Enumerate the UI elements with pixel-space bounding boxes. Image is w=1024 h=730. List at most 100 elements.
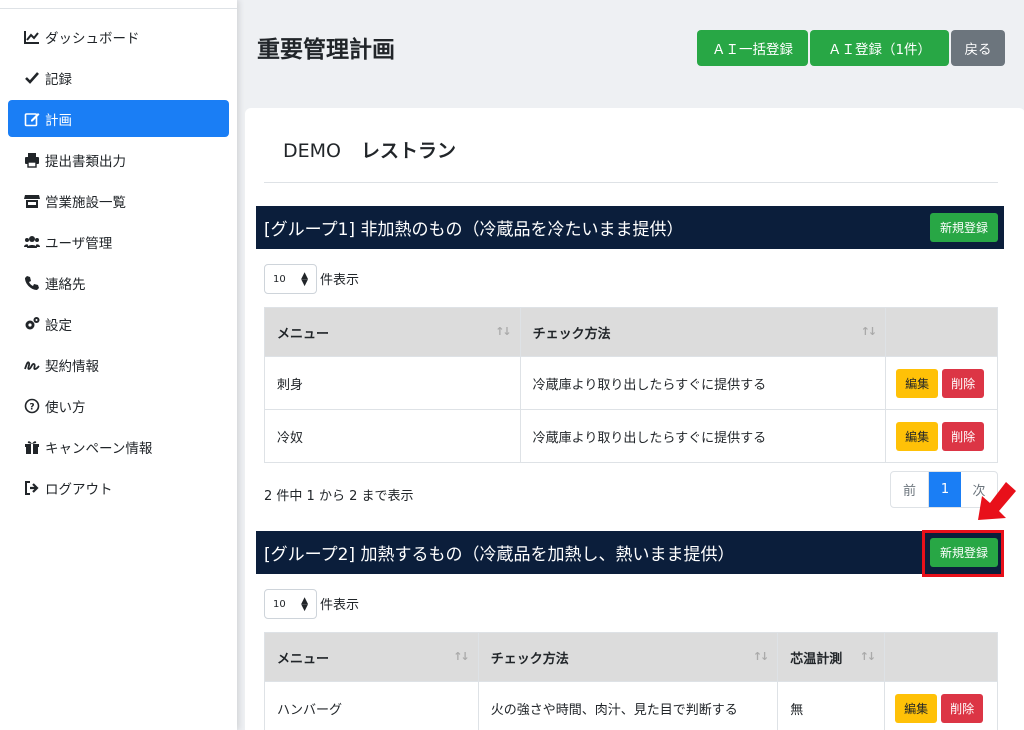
edit-button[interactable]: 編集 [895,694,938,723]
sidebar-item-users[interactable]: ユーザ管理 [8,223,229,260]
sidebar-item-logout[interactable]: ログアウト [8,469,229,506]
group1-table-info: 2 件中 1 から 2 まで表示 [264,489,414,504]
cell-menu: 刺身 [264,356,521,410]
sidebar-item-dashboard[interactable]: ダッシュボード [8,18,229,55]
sidebar-item-settings[interactable]: 設定 [8,305,229,342]
restaurant-name: レストラン [360,140,456,162]
group1-header: [グループ1] 非加熱のもの（冷蔵品を冷たいまま提供） [256,206,1004,249]
sidebar-item-label: 記録 [45,71,72,88]
cell-core-temp: 無 [777,681,886,730]
col-menu[interactable]: メニュー ↑↓ [264,307,521,357]
sidebar-item-documents[interactable]: 提出書類出力 [8,141,229,178]
chart-line-icon [23,29,41,45]
sidebar-item-label: 連絡先 [45,276,86,293]
printer-icon [23,152,41,168]
table-header-row: メニュー ↑↓ チェック方法 ↑↓ [264,307,998,357]
delete-button[interactable]: 削除 [941,694,984,723]
group1-new-button[interactable]: 新規登録 [930,213,998,242]
sort-icon: ↑↓ [860,325,878,338]
col-menu[interactable]: メニュー ↑↓ [264,632,479,682]
sidebar-item-facilities[interactable]: 営業施設一覧 [8,182,229,219]
col-actions [884,632,998,682]
pagination-prev[interactable]: 前 [891,472,929,507]
ai-single-register-button[interactable]: ＡＩ登録（1件） [810,30,949,66]
group1-length-label: 件表示 [320,273,360,288]
sidebar-item-campaign[interactable]: キャンペーン情報 [8,428,229,465]
cell-menu: 冷奴 [264,409,521,463]
sidebar-item-label: ログアウト [45,481,113,498]
sidebar-item-label: 提出書類出力 [45,153,126,170]
edit-icon [23,111,41,127]
sort-updown-icon: ▲ ▼ [301,596,308,613]
col-check-method[interactable]: チェック方法 ↑↓ [477,632,779,682]
table-row: ハンバーグ 火の強さや時間、肉汁、見た目で判断する 無 編集 削除 [264,681,998,730]
back-button[interactable]: 戻る [951,30,1005,66]
group2-table: メニュー ↑↓ チェック方法 ↑↓ 芯温計測 ↑↓ ハンバーグ 火の強さや時間、肉汁、… [264,632,998,730]
group2-title: [グループ2] 加熱するもの（冷蔵品を加熱し、熱いまま提供） [264,545,735,565]
sort-icon: ↑↓ [453,650,470,663]
store-icon [23,193,41,209]
cell-method: 冷蔵庫より取り出したらすぐに提供する [519,356,887,410]
sort-icon: ↑↓ [859,650,877,663]
sort-icon: ↑↓ [752,650,770,663]
sort-icon: ↑↓ [495,325,512,338]
cell-method: 冷蔵庫より取り出したらすぐに提供する [519,409,887,463]
sidebar-item-label: ダッシュボード [45,30,140,47]
group2-length-label: 件表示 [320,598,360,613]
sidebar-item-help[interactable]: ? 使い方 [8,387,229,424]
sidebar-item-label: 計画 [45,112,72,129]
delete-button[interactable]: 削除 [942,369,985,398]
sidebar-item-records[interactable]: 記録 [8,59,229,96]
question-circle-icon: ? [23,398,41,414]
sort-updown-icon: ▲ ▼ [301,271,308,288]
cell-actions: 編集 削除 [885,409,998,463]
table-row: 刺身 冷蔵庫より取り出したらすぐに提供する 編集 削除 [264,356,998,410]
cell-actions: 編集 削除 [885,356,998,410]
highlight-box [922,530,1004,577]
cell-method: 火の強さや時間、肉汁、見た目で判断する [477,681,779,730]
sidebar-item-plan[interactable]: 計画 [8,100,229,137]
sidebar-item-label: 使い方 [45,399,86,416]
group1-title: [グループ1] 非加熱のもの（冷蔵品を冷たいまま提供） [264,220,684,240]
group1-length-select[interactable]: 10 ▲ ▼ [264,264,317,294]
check-icon [23,70,41,86]
users-icon [23,234,41,250]
sidebar-item-contract[interactable]: 契約情報 [8,346,229,383]
signature-icon [23,357,41,373]
sidebar-item-contacts[interactable]: 連絡先 [8,264,229,301]
phone-icon [23,275,41,291]
cell-actions: 編集 削除 [884,681,998,730]
divider [264,182,998,183]
svg-text:?: ? [29,402,34,412]
table-header-row: メニュー ↑↓ チェック方法 ↑↓ 芯温計測 ↑↓ [264,632,998,682]
logout-icon [23,480,41,496]
sidebar-item-label: 契約情報 [45,358,99,375]
group2-length-select[interactable]: 10 ▲ ▼ [264,589,317,619]
ai-bulk-register-button[interactable]: ＡＩ一括登録 [697,30,808,66]
col-check-method[interactable]: チェック方法 ↑↓ [519,307,887,357]
table-row: 冷奴 冷蔵庫より取り出したらすぐに提供する 編集 削除 [264,409,998,463]
group2-header: [グループ2] 加熱するもの（冷蔵品を加熱し、熱いまま提供） [256,531,1004,574]
sidebar-divider [0,8,237,9]
sidebar-item-label: キャンペーン情報 [45,440,153,457]
pagination-page-1[interactable]: 1 [929,472,961,507]
length-value: 10 [273,598,286,610]
restaurant-prefix: DEMO [283,140,341,162]
sidebar-item-label: 設定 [45,317,72,334]
red-arrow-icon [978,482,1016,520]
col-core-temp[interactable]: 芯温計測 ↑↓ [777,632,886,682]
group1-table: メニュー ↑↓ チェック方法 ↑↓ 刺身 冷蔵庫より取り出したらすぐに提供する 編集… [264,307,998,463]
edit-button[interactable]: 編集 [896,369,939,398]
edit-button[interactable]: 編集 [896,422,939,451]
gift-icon [23,439,41,455]
sidebar-item-label: ユーザ管理 [45,235,113,252]
sidebar: ダッシュボード 記録 計画 提出書類出力 営業施設一覧 ユーザ管理 連絡先 設定… [0,0,237,730]
delete-button[interactable]: 削除 [942,422,985,451]
page-title: 重要管理計画 [257,37,395,63]
length-value: 10 [273,273,286,285]
sidebar-item-label: 営業施設一覧 [45,194,126,211]
cell-menu: ハンバーグ [264,681,479,730]
restaurant-title: DEMO レストラン [283,136,456,163]
col-actions [885,307,998,357]
gears-icon [23,316,41,332]
